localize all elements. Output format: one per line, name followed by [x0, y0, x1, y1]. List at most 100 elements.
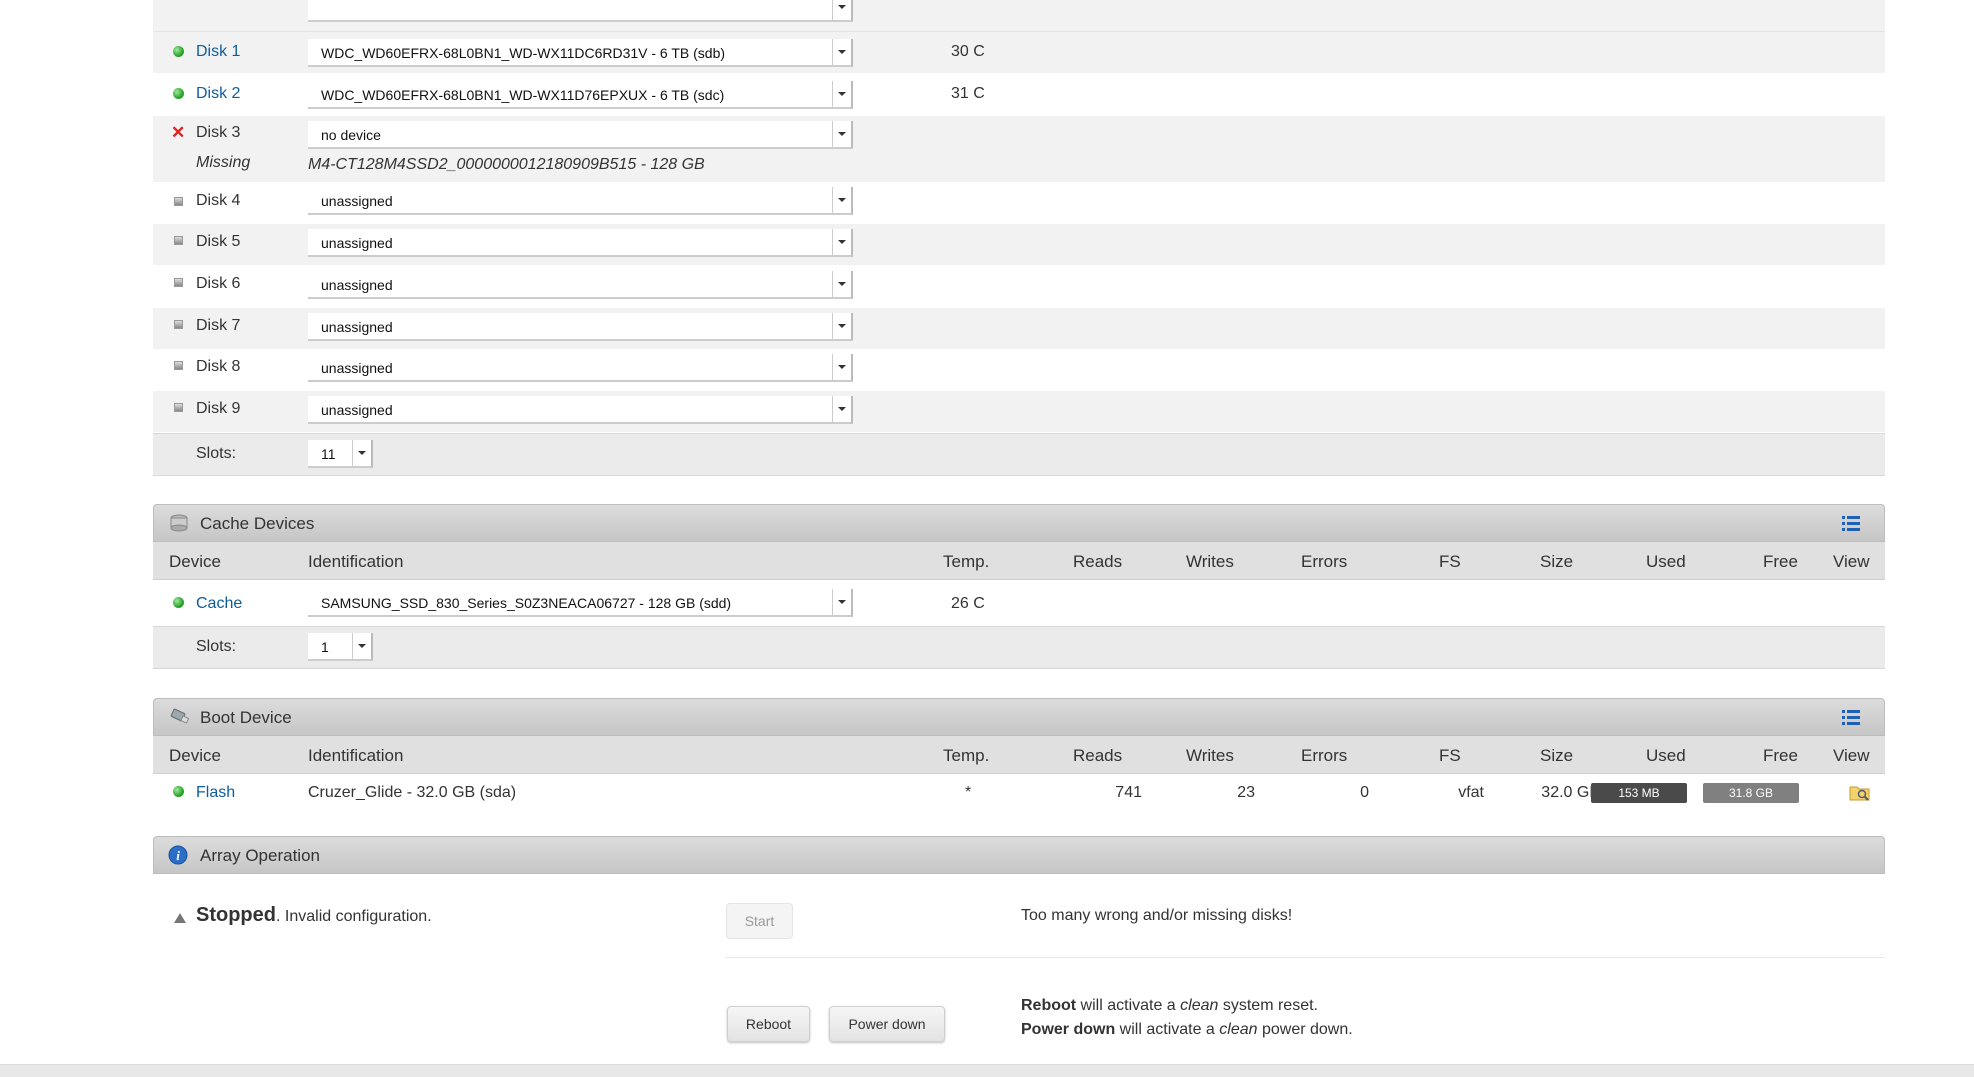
- folder-view-icon[interactable]: [1849, 783, 1871, 803]
- disk-row: Disk 4 unassigned: [153, 183, 1885, 224]
- status-green-icon: [173, 786, 184, 797]
- cache-column-headers: Device Identification Temp. Reads Writes…: [153, 542, 1885, 580]
- device-select-partial[interactable]: [308, 0, 853, 22]
- flash-name-link[interactable]: Flash: [196, 784, 235, 802]
- used-value: 153 MB: [1618, 786, 1660, 800]
- device-select[interactable]: WDC_WD60EFRX-68L0BN1_WD-WX11D76EPXUX - 6…: [308, 81, 853, 109]
- chevron-down-icon: [832, 589, 851, 615]
- boot-device-header: Boot Device: [153, 698, 1885, 736]
- power-down-button[interactable]: Power down: [829, 1006, 945, 1042]
- chevron-down-icon: [832, 313, 851, 339]
- error-x-icon: ✕: [171, 123, 186, 142]
- col-size: Size: [1540, 552, 1574, 571]
- reboot-text-2: system reset.: [1218, 997, 1318, 1014]
- chevron-down-icon: [352, 633, 371, 659]
- boot-row: Flash Cruzer_Glide - 32.0 GB (sda) * 741…: [153, 776, 1885, 812]
- col-writes: Writes: [1186, 552, 1234, 571]
- device-select[interactable]: unassigned: [308, 271, 853, 299]
- col-view: View: [1833, 746, 1870, 765]
- missing-device: M4-CT128M4SSD2_0000000012180909B515 - 12…: [308, 156, 705, 173]
- disk-name: Disk 9: [196, 400, 241, 417]
- cache-name-link[interactable]: Cache: [196, 595, 242, 613]
- separator: [726, 957, 1885, 958]
- chevron-down-icon: [832, 187, 851, 213]
- list-view-icon[interactable]: [1842, 516, 1860, 531]
- disk-row-missing: ✕ Disk 3 no device Missing M4-CT128M4SSD…: [153, 116, 1885, 182]
- status-word: Stopped: [196, 904, 276, 926]
- reboot-button[interactable]: Reboot: [727, 1006, 810, 1042]
- disk-name: Disk 4: [196, 192, 241, 209]
- cache-device-select[interactable]: SAMSUNG_SSD_830_Series_S0Z3NEACA06727 - …: [308, 589, 853, 617]
- device-select[interactable]: unassigned: [308, 313, 853, 341]
- device-select[interactable]: unassigned: [308, 229, 853, 257]
- col-temp: Temp.: [943, 746, 990, 765]
- status-grey-icon: [174, 236, 183, 245]
- chevron-down-icon: [832, 81, 851, 107]
- reboot-clean: clean: [1180, 997, 1219, 1014]
- slots-select[interactable]: 11: [308, 440, 373, 468]
- device-select[interactable]: WDC_WD60EFRX-68L0BN1_WD-WX11DC6RD31V - 6…: [308, 39, 853, 67]
- free-bar: 31.8 GB: [1703, 783, 1799, 803]
- cache-slots-select[interactable]: 1: [308, 633, 373, 661]
- svg-text:i: i: [176, 848, 180, 863]
- cache-devices-header: Cache Devices: [153, 504, 1885, 542]
- disk-row: Disk 1 WDC_WD60EFRX-68L0BN1_WD-WX11DC6RD…: [153, 32, 1885, 73]
- boot-errors: 0: [1360, 784, 1369, 801]
- usb-drive-icon: [170, 708, 190, 724]
- cache-devices-title: Cache Devices: [200, 514, 315, 533]
- reboot-term: Reboot: [1021, 997, 1077, 1014]
- col-device: Device: [169, 552, 221, 571]
- status-grey-icon: [174, 361, 183, 370]
- slots-row: Slots: 11: [153, 433, 1885, 476]
- col-used: Used: [1646, 746, 1686, 765]
- disk-temp: 30 C: [951, 43, 985, 60]
- power-text-2: power down.: [1257, 1021, 1353, 1038]
- chevron-down-icon: [832, 396, 851, 422]
- slots-label: Slots:: [196, 638, 237, 655]
- status-grey-icon: [174, 278, 183, 287]
- disk-name: Disk 8: [196, 358, 241, 375]
- boot-column-headers: Device Identification Temp. Reads Writes…: [153, 736, 1885, 774]
- col-fs: FS: [1439, 746, 1461, 765]
- start-button[interactable]: Start: [726, 903, 793, 939]
- status-green-icon: [173, 46, 184, 57]
- power-down-description: Power down will activate a clean power d…: [1021, 1021, 1353, 1039]
- boot-writes: 23: [1237, 784, 1255, 801]
- info-icon: i: [168, 845, 188, 865]
- boot-identification: Cruzer_Glide - 32.0 GB (sda): [308, 784, 517, 801]
- array-operation-header: i Array Operation: [153, 836, 1885, 874]
- list-view-icon[interactable]: [1842, 710, 1860, 725]
- device-select[interactable]: unassigned: [308, 354, 853, 382]
- disk-row: Disk 7 unassigned: [153, 308, 1885, 349]
- disk-name: Disk 7: [196, 317, 241, 334]
- col-used: Used: [1646, 552, 1686, 571]
- disk-row: Disk 8 unassigned: [153, 349, 1885, 390]
- disk-name: Disk 6: [196, 275, 241, 292]
- col-size: Size: [1540, 746, 1574, 765]
- cache-temp: 26 C: [951, 595, 985, 612]
- device-select[interactable]: unassigned: [308, 396, 853, 424]
- chevron-down-icon: [832, 121, 851, 147]
- reboot-text-1: will activate a: [1076, 997, 1181, 1014]
- col-free: Free: [1763, 552, 1798, 571]
- slots-label: Slots:: [196, 445, 237, 462]
- col-identification: Identification: [308, 746, 404, 765]
- disk-temp: 31 C: [951, 85, 985, 102]
- status-grey-icon: [174, 403, 183, 412]
- array-status: Stopped. Invalid configuration.: [196, 904, 432, 927]
- status-detail: . Invalid configuration.: [276, 908, 432, 925]
- device-select[interactable]: unassigned: [308, 187, 853, 215]
- disk-name: Disk 3: [196, 124, 241, 141]
- boot-temp: *: [965, 784, 972, 801]
- status-green-icon: [173, 597, 184, 608]
- reboot-description: Reboot will activate a clean system rese…: [1021, 997, 1318, 1015]
- col-fs: FS: [1439, 552, 1461, 571]
- chevron-down-icon: [832, 354, 851, 380]
- device-select[interactable]: no device: [308, 121, 853, 149]
- disk-name-link[interactable]: Disk 2: [196, 85, 240, 103]
- boot-fs: vfat: [1458, 784, 1484, 801]
- status-green-icon: [173, 88, 184, 99]
- stopped-status-icon: [174, 913, 186, 923]
- disk-name-link[interactable]: Disk 1: [196, 43, 240, 61]
- disk-row: Disk 2 WDC_WD60EFRX-68L0BN1_WD-WX11D76EP…: [153, 74, 1885, 115]
